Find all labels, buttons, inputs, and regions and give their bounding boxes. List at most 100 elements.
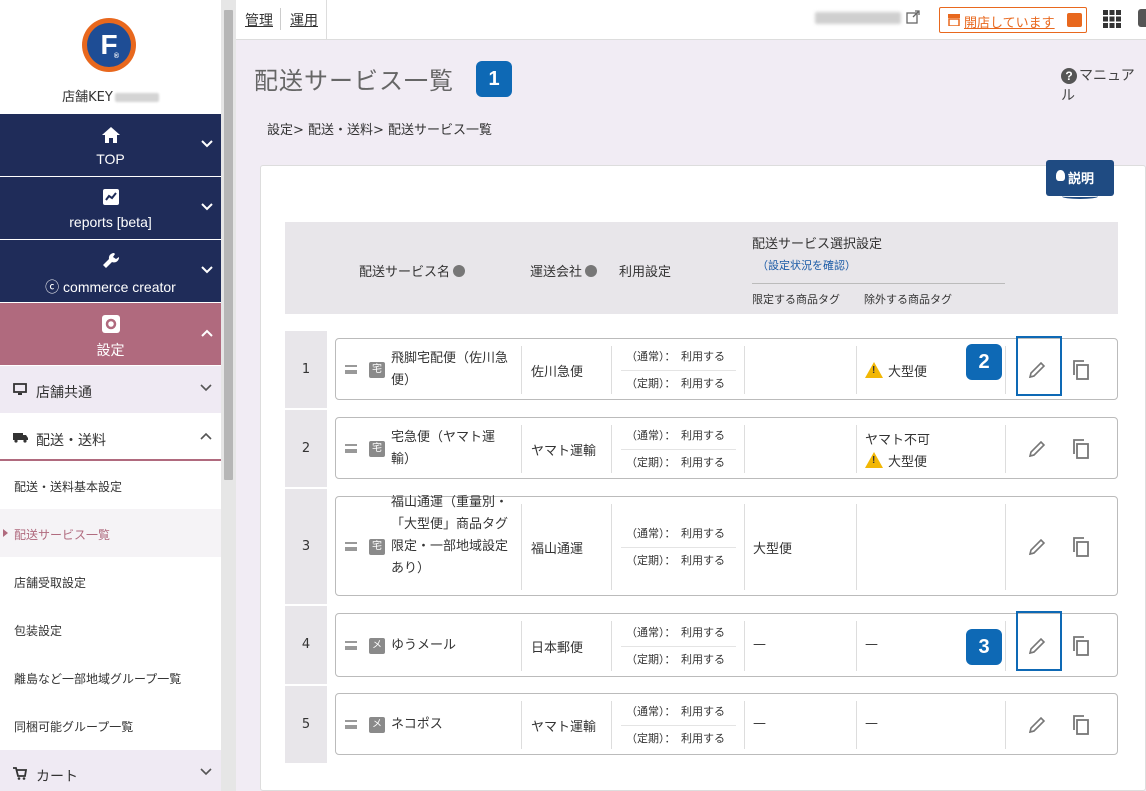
service-type-badge: メ <box>369 638 385 654</box>
col-usage: 利用設定 <box>619 265 672 280</box>
cart-icon <box>13 767 27 780</box>
divider <box>1005 425 1006 473</box>
nav-leaf-label: 配送サービス一覧 <box>14 528 111 542</box>
chevron-down-icon <box>200 384 212 392</box>
nav-shipping-service-list[interactable]: 配送サービス一覧 <box>0 509 221 557</box>
lightbulb-icon <box>1056 170 1065 181</box>
nav-wrapping[interactable]: 包装設定 <box>0 605 221 653</box>
edit-pencil-icon[interactable] <box>1026 536 1048 558</box>
row-number: 1 <box>285 331 327 408</box>
manual-link[interactable]: ? マニュアル <box>1061 65 1146 105</box>
warning-icon <box>865 452 883 468</box>
carrier-name: ヤマト運輸 <box>531 720 597 735</box>
store-open-label: 開店しています <box>964 16 1055 31</box>
service-name: 宅急便（ヤマト運輸） <box>391 430 496 467</box>
info-icon[interactable] <box>585 265 598 277</box>
service-name: ゆうメール <box>391 638 457 653</box>
divider <box>280 8 281 30</box>
copy-icon[interactable] <box>1071 635 1091 657</box>
nav-reports[interactable]: reports [beta] <box>0 176 221 239</box>
col-carrier: 運送会社 <box>530 261 598 280</box>
divider <box>1005 621 1006 671</box>
service-type-badge: メ <box>369 717 385 733</box>
col-service-name: 配送サービス名 <box>359 261 466 280</box>
chevron-down-icon <box>201 203 213 211</box>
exclude-tag: — <box>865 716 878 731</box>
logo-area: F ® 店舗KEY <box>0 0 221 113</box>
row-number: 5 <box>285 686 327 763</box>
divider <box>521 346 522 394</box>
col-include-tag: 限定する商品タグ <box>752 293 840 306</box>
include-tag: 大型便 <box>753 542 793 557</box>
brand-logo: F ® <box>82 18 136 72</box>
nav-settings[interactable]: 設定 <box>0 302 221 365</box>
warning-icon <box>865 362 883 378</box>
nav-cart[interactable]: カート <box>0 749 221 791</box>
truck-icon <box>13 433 28 443</box>
chevron-up-icon <box>201 329 213 337</box>
sidebar-scrollbar[interactable] <box>221 0 236 791</box>
usage-normal: （通常）： 利用する <box>626 705 725 718</box>
drag-handle-icon[interactable] <box>345 720 357 729</box>
divider <box>744 701 745 749</box>
external-link-icon[interactable] <box>906 10 920 24</box>
topbar-link-operation[interactable]: 運用 <box>290 10 318 30</box>
nav-commerce-creator[interactable]: ⓒ commerce creator <box>0 239 221 302</box>
row-number: 4 <box>285 606 327 684</box>
nav-shipping[interactable]: 配送・送料 <box>0 413 221 461</box>
shop-url-blurred[interactable] <box>815 12 901 24</box>
exclude-tag-note: ヤマト不可 <box>865 433 931 448</box>
info-icon[interactable] <box>453 265 466 277</box>
copy-icon[interactable] <box>1071 438 1091 460</box>
edit-pencil-icon[interactable] <box>1026 714 1048 736</box>
divider <box>621 449 736 450</box>
divider <box>521 621 522 671</box>
copy-icon[interactable] <box>1071 536 1091 558</box>
nav-leaf-label: 配送・送料基本設定 <box>14 480 123 494</box>
apps-grid-icon[interactable] <box>1103 10 1121 28</box>
drag-handle-icon[interactable] <box>345 444 357 453</box>
nav-bundle-groups[interactable]: 同梱可能グループ一覧 <box>0 701 221 749</box>
drag-handle-icon[interactable] <box>345 641 357 650</box>
callout-badge-2: 2 <box>966 344 1002 380</box>
nav-leaf-label: 店舗受取設定 <box>14 576 87 590</box>
explain-button[interactable]: 説明 <box>1046 160 1114 199</box>
nav-top-label: TOP <box>96 151 125 167</box>
carrier-name: 佐川急便 <box>531 365 584 380</box>
nav-shipping-label: 配送・送料 <box>36 433 106 449</box>
chart-icon <box>102 189 119 205</box>
exclude-tag: — <box>865 637 878 652</box>
scrollbar-thumb[interactable] <box>224 10 233 480</box>
divider <box>611 346 612 394</box>
nav-shipping-basic[interactable]: 配送・送料基本設定 <box>0 461 221 509</box>
usage-regular: （定期）： 利用する <box>626 456 725 469</box>
nav-remote-area-groups[interactable]: 離島など一部地域グループ一覧 <box>0 653 221 701</box>
service-type-badge: 宅 <box>369 362 385 378</box>
col-exclude-tag: 除外する商品タグ <box>864 293 952 306</box>
table-header: 配送サービス名 運送会社 利用設定 配送サービス選択設定 （設定状況を確認） 限… <box>285 222 1118 314</box>
store-open-button[interactable]: 開店しています <box>939 7 1087 33</box>
usage-regular: （定期）： 利用する <box>626 653 725 666</box>
table-row: メネコポス ヤマト運輸 （通常）： 利用する （定期）： 利用する — — <box>335 693 1118 755</box>
divider <box>611 504 612 590</box>
shop-key: 店舗KEY <box>0 86 221 105</box>
edit-pencil-icon[interactable] <box>1026 438 1048 460</box>
page-title: 配送サービス一覧 <box>254 67 454 95</box>
nav-store-pickup[interactable]: 店舗受取設定 <box>0 557 221 605</box>
drag-handle-icon[interactable] <box>345 365 357 374</box>
copy-icon[interactable] <box>1071 359 1091 381</box>
user-icon[interactable] <box>1138 9 1146 27</box>
nav-top[interactable]: TOP <box>0 113 221 176</box>
divider <box>611 701 612 749</box>
divider <box>611 425 612 473</box>
usage-normal: （通常）： 利用する <box>626 527 725 540</box>
sidebar: F ® 店舗KEY TOP reports [beta] ⓒ commerce c… <box>0 0 221 791</box>
copy-icon[interactable] <box>1071 714 1091 736</box>
nav-shop-common[interactable]: 店舗共通 <box>0 365 221 413</box>
divider <box>1005 701 1006 749</box>
drag-handle-icon[interactable] <box>345 542 357 551</box>
check-settings-link[interactable]: （設定状況を確認） <box>757 257 856 273</box>
highlight-frame <box>1016 336 1062 396</box>
topbar-link-manage[interactable]: 管理 <box>245 10 273 30</box>
chevron-down-icon <box>201 140 213 148</box>
